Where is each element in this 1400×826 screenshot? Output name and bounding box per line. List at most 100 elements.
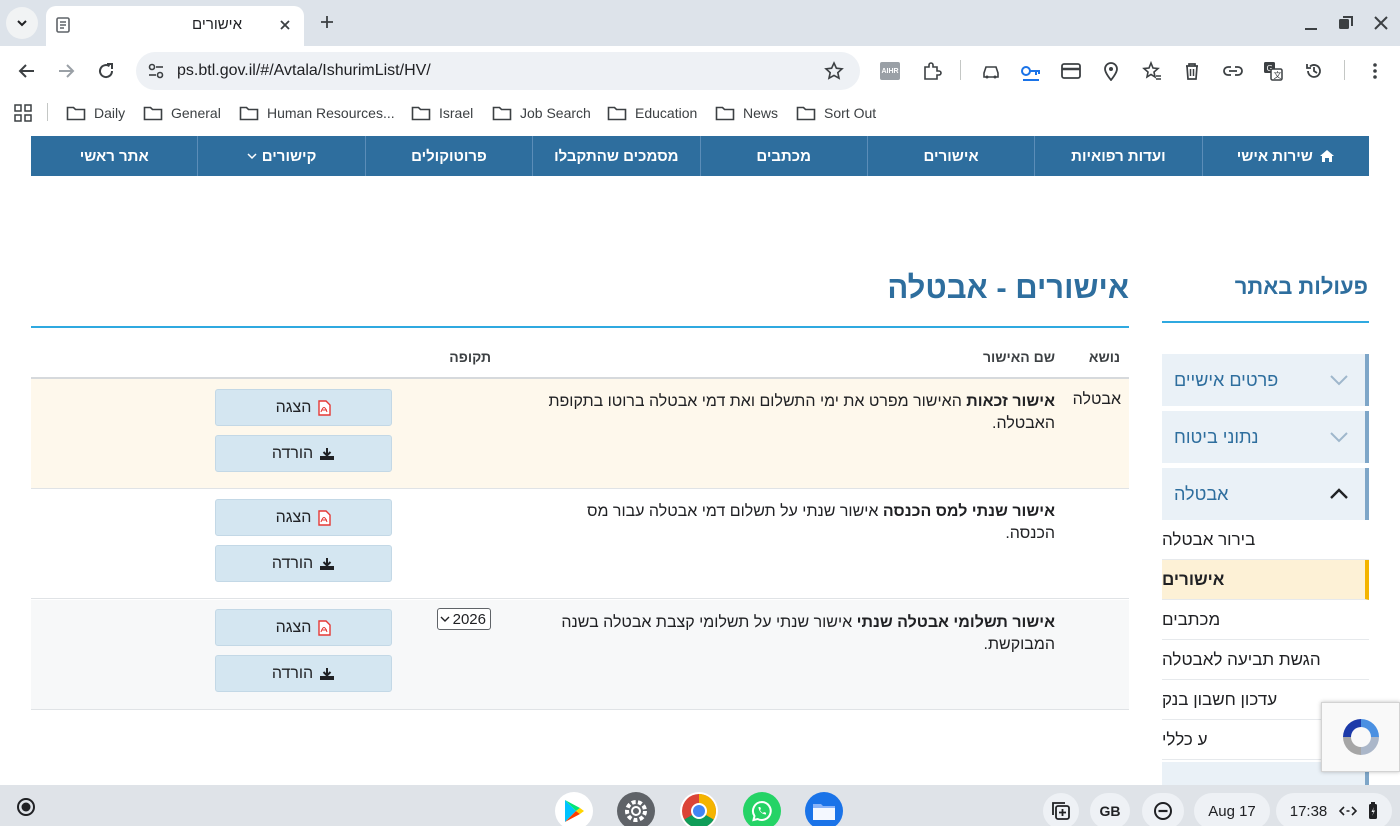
- history-icon: [1306, 64, 1321, 78]
- nav-item-letters[interactable]: מכתבים: [699, 136, 867, 176]
- bookmark-folder-sort-out[interactable]: Sort Out: [796, 102, 876, 124]
- bookmarks-divider: [47, 103, 48, 121]
- translate-button[interactable]: G文: [1260, 58, 1286, 84]
- bookmark-folder-education[interactable]: Education: [607, 102, 697, 124]
- launcher-button[interactable]: [14, 795, 38, 819]
- sidebar-item-approvals[interactable]: אישורים: [1162, 560, 1369, 600]
- password-manager-button[interactable]: [1018, 58, 1044, 84]
- chrome-app[interactable]: [680, 792, 718, 826]
- nav-item-main-site[interactable]: אתר ראשי: [31, 136, 197, 176]
- bookmarks-manager-button[interactable]: [1139, 58, 1165, 84]
- view-button[interactable]: הצגה: [215, 499, 392, 536]
- arrow-left-icon: [18, 64, 34, 78]
- files-app[interactable]: [805, 792, 843, 826]
- chrome-menu-button[interactable]: [1362, 58, 1388, 84]
- nav-item-received-documents[interactable]: מסמכים שהתקבלו: [532, 136, 699, 176]
- bookmark-label: Daily: [94, 105, 126, 121]
- site-settings-button[interactable]: [144, 59, 168, 83]
- bookmark-folder-job-search[interactable]: Job Search: [492, 102, 591, 124]
- nav-item-approvals[interactable]: אישורים: [866, 136, 1034, 176]
- bookmarks-bar: Daily General Human Resources... Israel …: [0, 94, 1400, 130]
- bookmark-label: Sort Out: [824, 105, 877, 121]
- sidebar-item-submit-claim[interactable]: הגשת תביעה לאבטלה: [1162, 640, 1369, 680]
- nav-item-links[interactable]: קישורים: [197, 136, 364, 176]
- table-row: אבטלה אישור זכאות האישור מפרט את ימי התש…: [31, 379, 1129, 489]
- recaptcha-badge[interactable]: [1321, 702, 1400, 772]
- reload-button[interactable]: [91, 56, 121, 86]
- date-indicator[interactable]: Aug 17: [1194, 793, 1270, 826]
- whatsapp-app[interactable]: [743, 792, 781, 826]
- bookmark-label: Job Search: [520, 105, 591, 121]
- do-not-disturb-button[interactable]: [1142, 793, 1184, 826]
- year-select[interactable]: 2026: [437, 608, 491, 630]
- code-arrows-icon: [1338, 806, 1357, 816]
- download-label: הורדה: [271, 554, 314, 572]
- accordion-label: נתוני ביטוח: [1174, 426, 1259, 447]
- screen-capture-button[interactable]: [1043, 793, 1079, 826]
- browser-tab-active[interactable]: אישורים: [46, 6, 304, 46]
- bookmark-folder-israel[interactable]: Israel: [411, 102, 473, 124]
- clock: 17:38: [1289, 802, 1328, 820]
- view-button[interactable]: הצגה: [215, 389, 392, 426]
- payment-methods-button[interactable]: [1058, 58, 1084, 84]
- play-store-app[interactable]: [555, 792, 593, 826]
- bookmark-folder-human-resources[interactable]: Human Resources...: [239, 102, 395, 124]
- back-button[interactable]: [12, 56, 42, 86]
- download-button[interactable]: הורדה: [215, 545, 392, 582]
- aihr-extension-icon[interactable]: AIHR: [880, 62, 900, 80]
- chevron-down-icon: [1330, 432, 1348, 443]
- input-method-indicator[interactable]: GB: [1090, 793, 1130, 826]
- nav-item-protocols[interactable]: פרוטוקולים: [364, 136, 532, 176]
- copy-link-button[interactable]: [1220, 58, 1246, 84]
- tab-search-button[interactable]: [6, 7, 38, 39]
- extensions-button[interactable]: [919, 58, 945, 84]
- view-label: הצגה: [275, 508, 312, 526]
- sidebar-divider: [1162, 321, 1369, 323]
- bookmark-folder-daily[interactable]: Daily: [66, 102, 125, 124]
- addresses-button[interactable]: [1098, 58, 1124, 84]
- download-icon: [320, 667, 335, 680]
- minimize-window-button[interactable]: [1298, 10, 1324, 36]
- view-button[interactable]: הצגה: [215, 609, 392, 646]
- toolbar-divider: [1344, 60, 1345, 80]
- sidebar-item-letters[interactable]: מכתבים: [1162, 600, 1369, 640]
- address-bar[interactable]: ps.btl.gov.il/#/Avtala/IshurimList/HV/: [136, 52, 860, 90]
- close-tab-button[interactable]: [274, 14, 296, 36]
- car-icon: [983, 66, 999, 79]
- settings-app[interactable]: [617, 792, 655, 826]
- site-top-nav: שירות אישי ועדות רפואיות אישורים מכתבים …: [31, 136, 1369, 176]
- header-topic: נושא: [1088, 349, 1120, 365]
- restore-window-button[interactable]: [1333, 10, 1359, 36]
- sidebar-accordion-insurance-data[interactable]: נתוני ביטוח: [1162, 411, 1369, 463]
- extension-car-button[interactable]: [978, 58, 1004, 84]
- table-row: אישור שנתי למס הכנסה אישור שנתי על תשלום…: [31, 489, 1129, 599]
- sidebar-item-unemployment-inquiry[interactable]: בירור אבטלה: [1162, 520, 1369, 560]
- nav-item-personal-service[interactable]: שירות אישי: [1201, 136, 1369, 176]
- nav-item-label: ועדות רפואיות: [1071, 147, 1166, 165]
- delete-browsing-data-button[interactable]: [1179, 58, 1205, 84]
- star-icon: [824, 61, 844, 80]
- history-button[interactable]: [1301, 58, 1327, 84]
- bookmark-folder-general[interactable]: General: [143, 102, 221, 124]
- download-button[interactable]: הורדה: [215, 655, 392, 692]
- bookmark-folder-news[interactable]: News: [715, 102, 778, 124]
- download-button[interactable]: הורדה: [215, 435, 392, 472]
- sidebar-accordion-personal-details[interactable]: פרטים אישיים: [1162, 354, 1369, 406]
- location-pin-icon: [1104, 62, 1118, 81]
- close-window-button[interactable]: [1368, 10, 1394, 36]
- tab-strip: אישורים: [0, 0, 1400, 46]
- chevron-down-icon: [440, 616, 450, 622]
- new-tab-button[interactable]: [316, 11, 338, 33]
- download-icon: [320, 557, 335, 570]
- status-area[interactable]: 17:38: [1276, 793, 1392, 826]
- row-description: אישור זכאות האישור מפרט את ימי התשלום וא…: [535, 391, 1055, 435]
- url-text[interactable]: ps.btl.gov.il/#/Avtala/IshurimList/HV/: [177, 62, 431, 80]
- sidebar-accordion-unemployment[interactable]: אבטלה: [1162, 468, 1369, 520]
- forward-button[interactable]: [51, 56, 81, 86]
- folder-icon: [143, 106, 163, 121]
- bookmark-star-button[interactable]: [822, 59, 846, 83]
- folder-icon: [492, 106, 512, 121]
- apps-shortcut[interactable]: [14, 104, 32, 127]
- toolbar-divider: [960, 60, 961, 80]
- nav-item-medical-committees[interactable]: ועדות רפואיות: [1034, 136, 1201, 176]
